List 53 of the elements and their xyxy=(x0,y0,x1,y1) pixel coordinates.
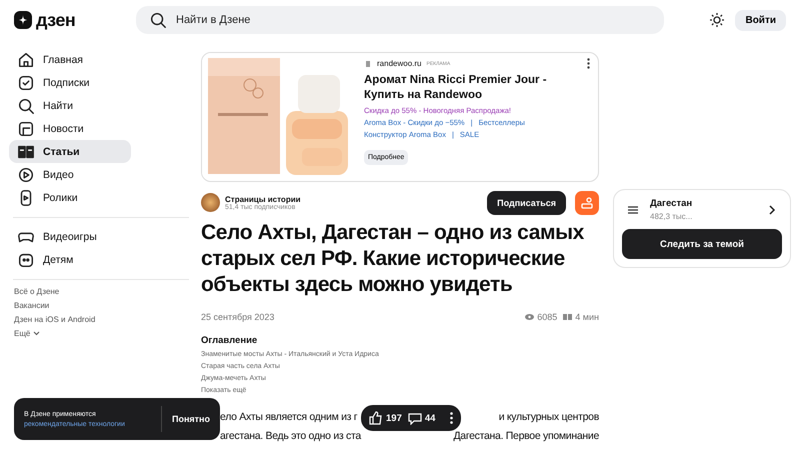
chevron-right-icon[interactable] xyxy=(769,204,776,214)
footer-link[interactable]: Дзен на iOS и Android xyxy=(14,315,193,324)
share-icon xyxy=(581,196,593,208)
read-time: 4 мин xyxy=(575,312,599,322)
view-count: 6085 xyxy=(537,312,558,322)
play-icon xyxy=(17,166,35,184)
footer-link[interactable]: Вакансии xyxy=(14,301,193,310)
body-text: агестана. Ведь это одно из ста xyxy=(220,429,361,444)
more-icon[interactable] xyxy=(450,412,453,424)
toc-title: Оглавление xyxy=(201,335,258,346)
thumbs-up-icon xyxy=(369,411,383,425)
sidebar-item[interactable]: Статьи xyxy=(9,140,131,163)
search-field[interactable]: Найти в Дзене xyxy=(136,6,664,34)
login-button[interactable]: Войти xyxy=(735,10,786,30)
search-icon xyxy=(17,96,35,114)
topic-count: 482,3 тыс... xyxy=(650,212,692,221)
more-icon[interactable] xyxy=(587,58,590,69)
ok-button[interactable]: Понятно xyxy=(161,406,220,432)
topic-name[interactable]: Дагестан xyxy=(650,198,692,209)
sidebar-item[interactable]: Детям xyxy=(9,248,131,271)
ad-title[interactable]: Аромат Nina Ricci Premier Jour - Купить на Randewoo xyxy=(364,73,588,103)
subscribe-button[interactable]: Подписаться xyxy=(487,190,566,214)
sidebar-item[interactable]: Новости xyxy=(9,117,131,140)
sidebar-item[interactable]: Видео xyxy=(9,163,131,186)
article-date: 25 сентября 2023 xyxy=(201,312,274,322)
more-link[interactable]: Ещё xyxy=(14,329,30,338)
sidebar-item[interactable]: Ролики xyxy=(9,186,131,209)
body-text: Дагестана. Первое упоминание xyxy=(453,429,599,444)
sidebar-item[interactable]: Главная xyxy=(9,48,131,71)
checkbox-icon xyxy=(17,74,35,92)
sun-icon[interactable] xyxy=(709,12,726,28)
article-title: Село Ахты, Дагестан – одно из самых старых сел РФ. Какие исторические объекты здесь можно увидеть xyxy=(201,220,585,298)
book-icon xyxy=(563,313,572,321)
like-button[interactable]: 197 xyxy=(369,411,402,425)
home-icon xyxy=(17,50,35,68)
comment-icon xyxy=(408,412,422,424)
sidebar-item[interactable]: Подписки xyxy=(9,71,131,94)
logo-text[interactable]: дзен xyxy=(36,10,76,30)
share-button[interactable] xyxy=(575,190,599,214)
eye-icon xyxy=(525,314,534,320)
footer-link[interactable]: Всё о Дзене xyxy=(14,287,193,296)
sidebar-item[interactable]: Найти xyxy=(9,94,131,117)
ad-domain[interactable]: randewoo.ru xyxy=(377,59,422,68)
sidebar-item[interactable]: Видеоигры xyxy=(9,225,131,248)
comment-button[interactable]: 44 xyxy=(408,412,436,424)
menu-icon xyxy=(628,206,638,214)
follow-button[interactable]: Следить за темой xyxy=(622,229,782,259)
channel-avatar[interactable] xyxy=(201,193,220,212)
body-text: ело Ахты является одним из г xyxy=(220,410,358,425)
chevron-down-icon xyxy=(33,331,40,336)
channel-name[interactable]: Страницы истории xyxy=(225,194,301,204)
body-text: и культурных центров xyxy=(498,410,599,425)
logo-icon xyxy=(14,11,32,29)
